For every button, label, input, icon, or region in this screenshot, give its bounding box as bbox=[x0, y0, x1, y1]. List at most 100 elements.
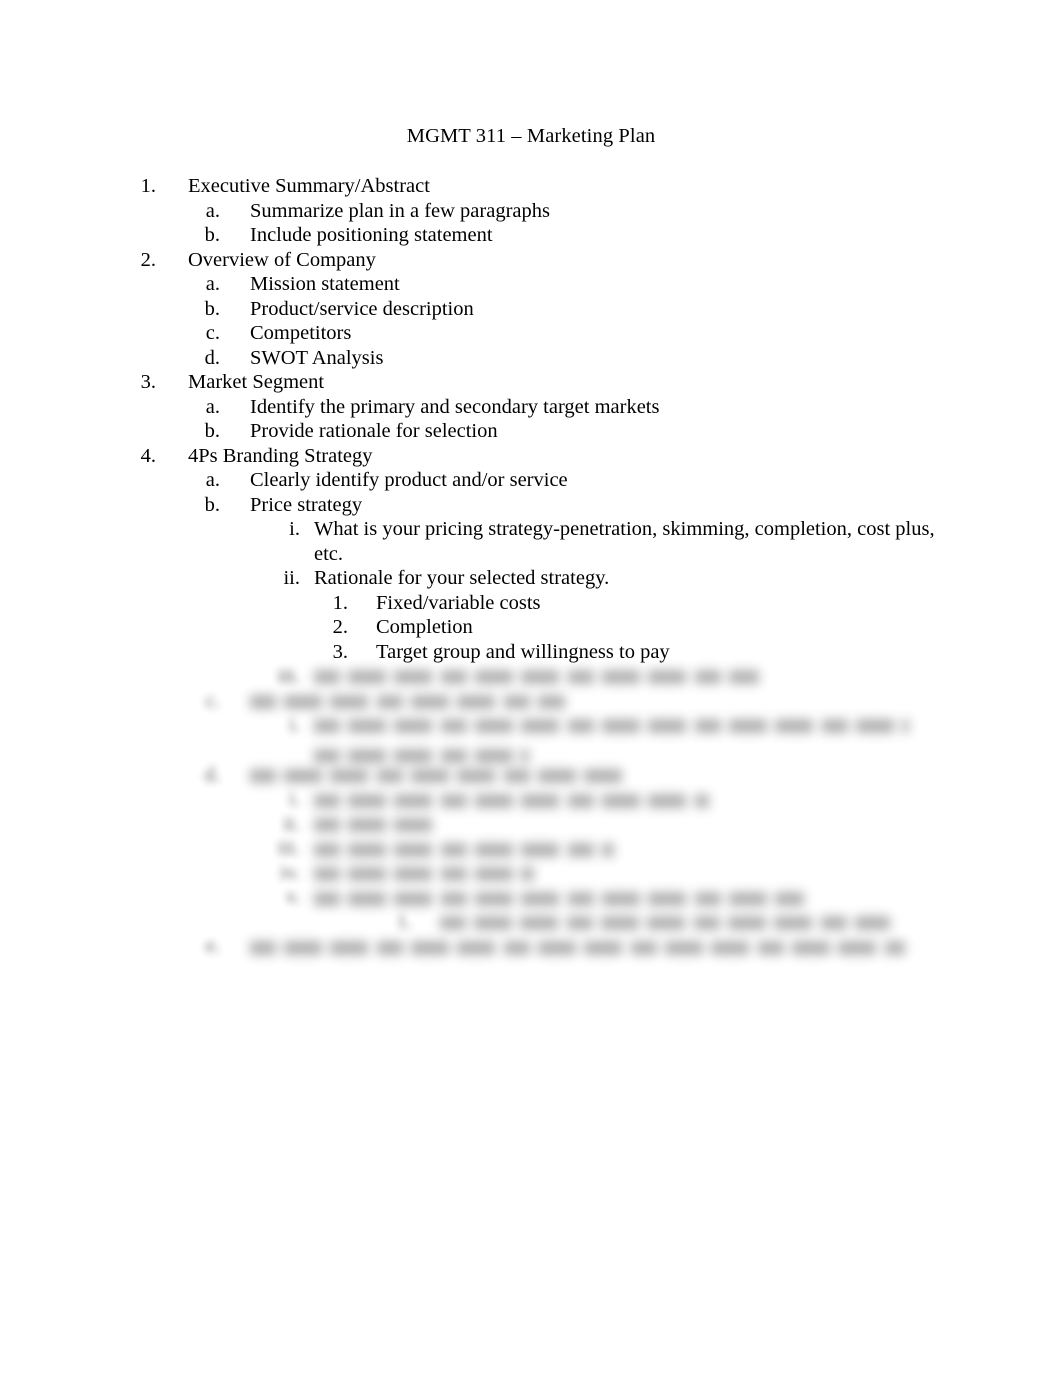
outline-item-marker: e. bbox=[205, 935, 220, 958]
outline-item-marker: iv. bbox=[280, 861, 300, 884]
outline-item: 3. Market Segment bbox=[0, 370, 1062, 395]
page-title: MGMT 311 – Marketing Plan bbox=[406, 125, 656, 147]
outline-item: 1. Fixed/variable costs bbox=[0, 591, 1062, 616]
outline-item-text bbox=[314, 836, 936, 861]
outline-item-marker: 2. bbox=[332, 616, 348, 638]
outline-item: iii. bbox=[0, 664, 1062, 689]
outline-item-text: SWOT Analysis bbox=[250, 346, 384, 369]
outline-item: a. Identify the primary and secondary tar… bbox=[0, 395, 1062, 420]
outline-item: c. Competitors bbox=[0, 321, 1062, 346]
outline-item-marker: d. bbox=[204, 346, 220, 369]
outline-item-marker: b. bbox=[204, 224, 220, 246]
outline-item: ii. bbox=[0, 812, 1062, 837]
outline-item-marker: b. bbox=[204, 297, 220, 320]
outline-item: d. bbox=[0, 763, 1062, 788]
redacted-text bbox=[314, 891, 804, 906]
outline-item: b. Product/service description bbox=[0, 297, 1062, 322]
outline-item-text bbox=[314, 861, 936, 886]
outline-item-text: What is your pricing strategy-penetratio… bbox=[314, 518, 935, 565]
outline-item: i. bbox=[0, 713, 1062, 763]
outline-item-text bbox=[250, 763, 936, 788]
outline-item: 3. Target group and willingness to pay bbox=[0, 640, 1062, 665]
outline-item-marker: b. bbox=[204, 420, 220, 442]
outline-item-marker: ii. bbox=[283, 567, 300, 589]
outline-item-text: Mission statement bbox=[250, 273, 400, 295]
outline-item-marker: a. bbox=[205, 199, 220, 222]
outline-item-text: Clearly identify product and/or service bbox=[250, 469, 568, 491]
redacted-text bbox=[250, 940, 905, 955]
outline-item-marker: ii. bbox=[283, 812, 300, 835]
redacted-text bbox=[314, 670, 759, 685]
outline-item-text bbox=[440, 910, 936, 935]
redacted-text bbox=[314, 793, 709, 808]
outline-item-text: Overview of Company bbox=[188, 248, 376, 271]
outline-list: 1. Executive Summary/Abstract a. Summarize … bbox=[0, 174, 1062, 959]
outline-item: v. bbox=[0, 885, 1062, 910]
outline-item: 2. Overview of Company bbox=[0, 248, 1062, 273]
outline-item-marker: a. bbox=[205, 469, 220, 491]
redacted-text bbox=[314, 867, 534, 882]
outline-item: c. bbox=[0, 689, 1062, 714]
outline-item-marker: 4. bbox=[140, 444, 156, 467]
outline-item-text: Target group and willingness to pay bbox=[376, 640, 670, 663]
redacted-text bbox=[314, 719, 909, 734]
outline-item: b. Include positioning statement bbox=[0, 223, 1062, 248]
outline-item-text: Completion bbox=[376, 616, 473, 638]
outline-item: d. SWOT Analysis bbox=[0, 346, 1062, 371]
outline-item-marker: 1. bbox=[140, 175, 156, 197]
outline-item-marker: c. bbox=[205, 689, 220, 712]
outline-item-text: Provide rationale for selection bbox=[250, 420, 498, 442]
outline-item-text bbox=[314, 787, 936, 812]
redacted-text bbox=[314, 818, 434, 833]
outline-item: b. Price strategy bbox=[0, 493, 1062, 518]
outline-item-text bbox=[314, 885, 936, 910]
outline-item: iv. bbox=[0, 861, 1062, 886]
outline-item: a. Clearly identify product and/or servic… bbox=[0, 468, 1062, 493]
outline-item-marker: i. bbox=[289, 518, 300, 540]
outline-item: i. What is your pricing strategy-penetrat… bbox=[0, 517, 1062, 566]
document-page: MGMT 311 – Marketing Plan 1. Executive Su… bbox=[0, 0, 1062, 1377]
outline-item-marker: i. bbox=[289, 714, 300, 736]
outline-item-marker: 1. bbox=[332, 591, 348, 614]
outline-item-text bbox=[314, 812, 936, 837]
outline-item-text: Product/service description bbox=[250, 297, 474, 320]
outline-item: 1. bbox=[0, 910, 1062, 935]
outline-item-text: Summarize plan in a few paragraphs bbox=[250, 199, 550, 222]
outline-item-marker: iii. bbox=[277, 665, 300, 687]
outline-item-text: Include positioning statement bbox=[250, 224, 493, 246]
outline-item-text bbox=[250, 689, 936, 714]
outline-item-marker: 2. bbox=[140, 248, 156, 271]
outline-item-text: Rationale for your selected strategy. bbox=[314, 567, 610, 589]
outline-item-marker: 3. bbox=[332, 640, 348, 663]
outline-item-text: Competitors bbox=[250, 322, 352, 344]
outline-item: i. bbox=[0, 787, 1062, 812]
outline-item-marker: 3. bbox=[140, 371, 156, 393]
redacted-text bbox=[440, 916, 890, 931]
outline-item-text: Fixed/variable costs bbox=[376, 591, 541, 614]
outline-item-marker: c. bbox=[205, 322, 220, 344]
redacted-text bbox=[250, 694, 565, 709]
outline-item: a. Mission statement bbox=[0, 272, 1062, 297]
outline-item: ii. Rationale for your selected strategy. bbox=[0, 566, 1062, 591]
outline-item-marker: d. bbox=[204, 763, 220, 786]
outline-item-marker: a. bbox=[205, 395, 220, 418]
outline-item-text: Executive Summary/Abstract bbox=[188, 175, 430, 197]
outline-item-marker: a. bbox=[205, 273, 220, 295]
outline-item-marker: b. bbox=[204, 493, 220, 516]
redacted-text bbox=[250, 769, 625, 784]
outline-item-marker: iii. bbox=[277, 837, 300, 860]
outline-item-text bbox=[314, 713, 936, 763]
outline-item-text: Identify the primary and secondary targe… bbox=[250, 395, 660, 418]
outline-item: b. Provide rationale for selection bbox=[0, 419, 1062, 444]
outline-item: 2. Completion bbox=[0, 615, 1062, 640]
outline-item-text bbox=[314, 664, 936, 689]
outline-item-text: Price strategy bbox=[250, 493, 363, 516]
outline-item-marker: i. bbox=[289, 788, 300, 811]
outline-item: e. bbox=[0, 934, 1062, 959]
outline-item-marker: 1. bbox=[396, 910, 412, 933]
outline-item: 4. 4Ps Branding Strategy bbox=[0, 444, 1062, 469]
outline-item-text: 4Ps Branding Strategy bbox=[188, 444, 373, 467]
redacted-text bbox=[314, 748, 529, 763]
outline-item: 1. Executive Summary/Abstract bbox=[0, 174, 1062, 199]
outline-item-text: Market Segment bbox=[188, 371, 325, 393]
